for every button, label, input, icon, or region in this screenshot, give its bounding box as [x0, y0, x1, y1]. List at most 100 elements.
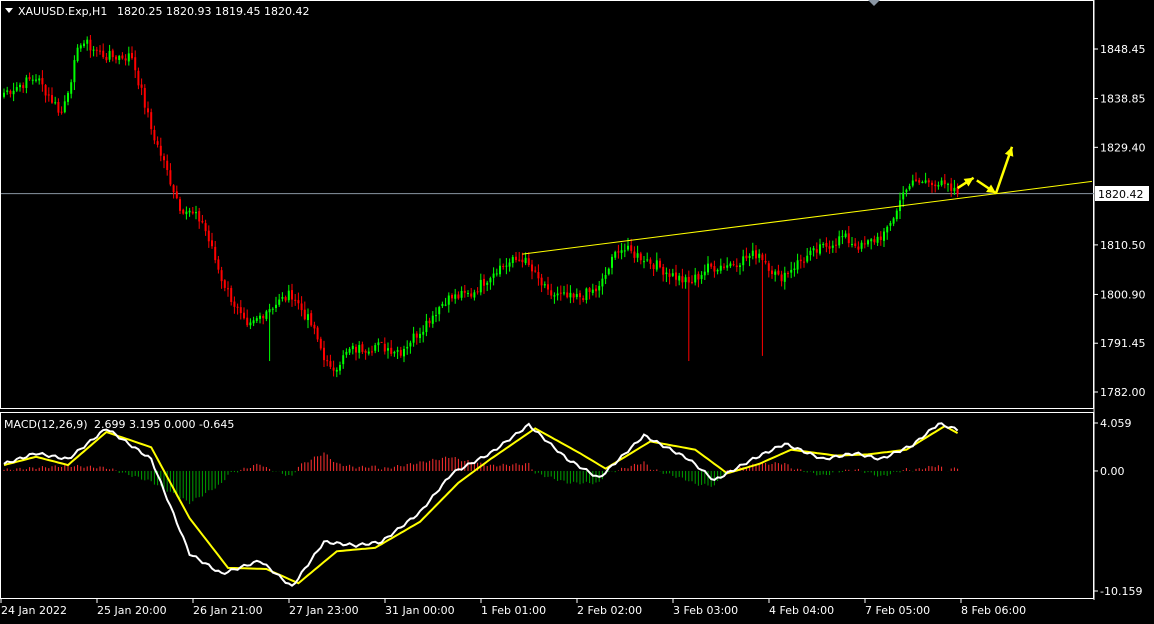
symbol-timeframe: XAUUSD.Exp,H1 — [18, 5, 107, 18]
candle — [3, 88, 5, 99]
candle — [223, 279, 226, 292]
candle — [188, 207, 191, 217]
candle — [572, 292, 575, 303]
candle-body — [684, 277, 687, 283]
candle-body — [19, 84, 21, 88]
candle — [76, 44, 79, 63]
candle-body — [739, 265, 741, 268]
candle — [553, 292, 556, 304]
candle-body — [822, 244, 825, 246]
macd-panel-frame — [0, 412, 1094, 599]
main-chart-frame — [0, 0, 1094, 409]
candle — [697, 271, 700, 288]
candle-body — [639, 253, 642, 261]
candle-body — [358, 345, 361, 353]
candle-body — [207, 230, 210, 242]
candle-body — [60, 111, 63, 113]
candle-body — [582, 298, 585, 301]
candle-body — [12, 90, 15, 95]
candle — [748, 253, 751, 267]
time-tick-label: 8 Feb 06:00 — [961, 604, 1026, 617]
candle-body — [22, 85, 25, 89]
candle-body — [502, 265, 505, 267]
candle-body — [515, 256, 517, 261]
candle — [358, 341, 361, 359]
candle-body — [249, 322, 252, 326]
forecast-arrow-icon[interactable] — [994, 146, 1014, 194]
candle — [876, 232, 879, 246]
candle-body — [185, 211, 188, 215]
chart-menu-triangle-icon[interactable] — [5, 8, 13, 13]
candle — [799, 254, 802, 269]
candle — [319, 336, 322, 351]
candle-body — [319, 338, 322, 349]
candle-body — [505, 265, 508, 267]
candle — [867, 239, 869, 247]
candle-body — [799, 259, 802, 262]
candle-body — [886, 226, 889, 233]
candle — [137, 67, 140, 90]
candle — [284, 295, 287, 303]
price-chart[interactable]: 1848.45 1838.85 1829.40 1810.50 1800.90 1791.… — [0, 0, 1154, 620]
candle — [204, 219, 207, 236]
candle — [265, 309, 268, 322]
candle — [684, 274, 687, 289]
support-trendline[interactable] — [522, 180, 1093, 255]
candle-body — [924, 180, 927, 183]
candle — [623, 243, 626, 258]
candle-body — [297, 300, 300, 304]
candle-body — [387, 348, 389, 351]
candle — [710, 262, 713, 269]
forecast-arrow-icon[interactable] — [956, 176, 975, 190]
candle-body — [857, 246, 860, 250]
candle-body — [150, 112, 153, 130]
candle-body — [892, 218, 895, 224]
candle-body — [115, 56, 117, 60]
candle-body — [521, 259, 524, 263]
candle — [246, 309, 249, 328]
forecast-arrow-icon[interactable] — [976, 179, 997, 195]
candle-body — [486, 282, 489, 285]
candle-body — [463, 290, 466, 293]
candle-body — [131, 52, 133, 59]
candle — [716, 268, 719, 275]
candle-body — [687, 276, 690, 283]
candle-body — [233, 301, 236, 307]
candle — [841, 230, 844, 245]
chart-shift-marker-icon[interactable] — [868, 0, 880, 6]
price-tick-label: 1800.90 — [1100, 288, 1146, 301]
candle-body — [742, 256, 745, 266]
candle-body — [649, 259, 652, 264]
candle-body — [339, 364, 341, 371]
candle — [367, 347, 370, 356]
candle — [755, 245, 757, 265]
candle — [19, 82, 21, 92]
candle — [649, 257, 652, 270]
candle — [217, 255, 220, 274]
candle — [764, 253, 767, 265]
candle-body — [595, 288, 597, 292]
candle-body — [614, 251, 617, 258]
candle-body — [863, 243, 866, 245]
candle-body — [275, 304, 277, 309]
candle-body — [348, 348, 351, 353]
candle-body — [611, 256, 613, 268]
candle-body — [707, 263, 709, 273]
candle-body — [879, 236, 882, 241]
candle-body — [403, 348, 405, 357]
candle — [15, 82, 18, 93]
candle — [255, 315, 258, 324]
candle — [927, 178, 930, 187]
candle — [422, 325, 425, 343]
candle — [492, 267, 495, 286]
candle — [601, 273, 604, 295]
candle — [332, 360, 335, 377]
candle-body — [291, 290, 293, 300]
macd-main-line — [3, 422, 959, 587]
current-price-label: 1820.42 — [1098, 188, 1144, 201]
candle-body — [70, 82, 73, 94]
candle-body — [54, 102, 57, 104]
candle-body — [537, 272, 540, 279]
candle-body — [163, 156, 165, 161]
candle-body — [374, 345, 377, 351]
